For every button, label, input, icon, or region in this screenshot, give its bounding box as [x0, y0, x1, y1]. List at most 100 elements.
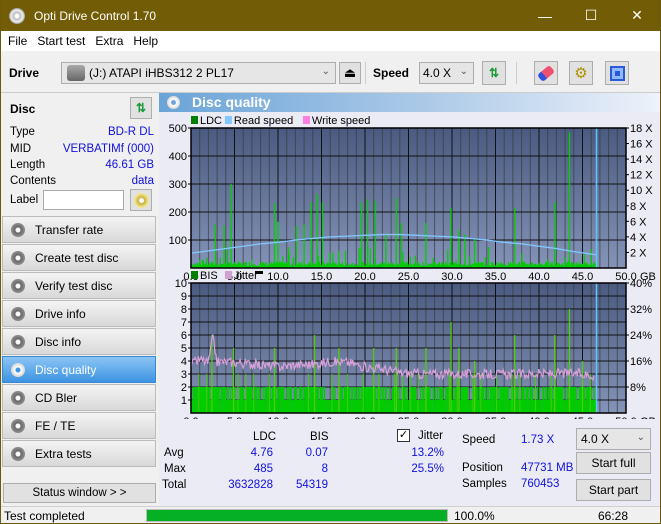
disc-refresh-button[interactable]: ⇅ — [130, 97, 152, 119]
disc-length-value: 46.61 GB — [105, 159, 154, 171]
minimize-button[interactable]: — — [522, 0, 568, 31]
y2-tick-label: 4 X — [630, 232, 647, 244]
y-tick-label: 500 — [169, 123, 187, 135]
legend-swatch — [191, 271, 198, 279]
x-tick-label: 40.0 — [528, 416, 549, 419]
row-max-label: Max — [164, 463, 186, 475]
erase-button[interactable] — [534, 61, 558, 85]
stats-table: LDC BIS Avg 4.76 0.07 Max 485 8 Total 36… — [159, 427, 459, 497]
disc-quality-icon — [167, 96, 180, 109]
nav-fe-te[interactable]: FE / TE — [2, 412, 156, 439]
test-speed-select[interactable]: 4.0 X ⌄ — [576, 428, 651, 450]
legend-swatch — [191, 116, 198, 124]
speed-value: 4.0 X — [423, 66, 452, 80]
disc-icon — [11, 222, 25, 237]
disc-mid-row: MID VERBATIMf (000) — [10, 143, 154, 155]
position-value: 47731 MB — [521, 462, 574, 474]
start-full-button[interactable]: Start full — [576, 452, 651, 474]
status-bar: Test completed 100.0% 66:28 — [1, 506, 660, 523]
drive-value: (J:) ATAPI iHBS312 2 PL17 — [89, 66, 234, 80]
eject-button[interactable]: ⏏ — [339, 62, 361, 84]
maximize-button[interactable]: ☐ — [568, 0, 614, 31]
y2-tick-label: 8 X — [630, 201, 647, 213]
y-tick-label: 9 — [181, 291, 187, 303]
app-window: Opti Drive Control 1.70 — ☐ ✕ File Start… — [1, 0, 660, 523]
row-avg-label: Avg — [164, 447, 184, 459]
bis-jitter-chart: BIS Jitter 0.0 5.0 10.0 15.0 20.0 25.0 30.0 35.0 4… — [175, 270, 656, 419]
samples-value: 760453 — [521, 478, 560, 490]
save-button[interactable] — [605, 61, 629, 85]
y2-tick-label: 10 X — [630, 185, 653, 197]
disc-panel: Disc ⇅ Type BD-R DL MID VERBATIMf (000) Le… — [3, 95, 156, 217]
drive-select[interactable]: (J:) ATAPI iHBS312 2 PL17 ⌄ — [61, 62, 336, 84]
disc-icon — [11, 418, 25, 433]
menu-help[interactable]: Help — [133, 34, 158, 48]
disc-icon — [11, 306, 25, 321]
x-tick-label: 20.0 — [354, 416, 375, 419]
nav-cd-bler[interactable]: CD Bler — [2, 384, 156, 411]
panel-header: Disc quality — [159, 93, 660, 112]
separator — [365, 62, 366, 84]
y-tick-label: 400 — [169, 151, 187, 163]
disc-icon — [11, 390, 25, 405]
legend-swatch — [302, 116, 310, 124]
y-tick-label: 5 — [181, 343, 187, 355]
elapsed-time: 66:28 — [597, 509, 628, 523]
row-total-label: Total — [162, 479, 187, 491]
max-bis: 8 — [321, 463, 328, 475]
menu-start-test[interactable]: Start test — [37, 34, 85, 48]
jitter-checkbox[interactable]: ✓ — [397, 429, 410, 442]
y-tick-label: 2 — [181, 382, 187, 394]
y-tick-label: 1 — [181, 395, 187, 407]
disc-length-row: Length 46.61 GB — [10, 159, 154, 171]
nav-verify-test-disc[interactable]: Verify test disc — [2, 272, 156, 299]
jitter-label: Jitter — [418, 430, 443, 442]
disc-icon — [11, 446, 25, 461]
disc-label-button[interactable] — [130, 189, 152, 211]
menu-bar: File Start test Extra Help — [1, 31, 660, 51]
menu-extra[interactable]: Extra — [95, 34, 123, 48]
disc-contents-value: data — [131, 175, 154, 187]
total-bis: 54319 — [296, 479, 328, 491]
separator — [516, 62, 517, 84]
nav-drive-info[interactable]: Drive info — [2, 300, 156, 327]
nav-extra-tests[interactable]: Extra tests — [2, 440, 156, 467]
x-tick-label: 25.0 — [398, 416, 419, 419]
total-ldc: 3632828 — [228, 479, 273, 491]
save-icon — [609, 65, 625, 81]
x-axis-label: GB — [640, 416, 656, 419]
y-tick-label: 6 — [181, 330, 187, 342]
progress-fill — [147, 510, 447, 521]
nav-disc-info[interactable]: Disc info — [2, 328, 156, 355]
avg-bis: 0.07 — [305, 447, 328, 459]
refresh-button[interactable]: ⇅ — [482, 61, 506, 85]
close-button[interactable]: ✕ — [614, 0, 660, 31]
x-tick-label: 0.0 — [183, 416, 198, 419]
legend-swatch — [224, 116, 232, 124]
speed-select[interactable]: 4.0 X ⌄ — [419, 62, 474, 84]
disc-label-input[interactable] — [43, 190, 124, 210]
disc-type-label: Type — [10, 126, 35, 138]
chevron-down-icon: ⌄ — [459, 66, 468, 77]
y2-tick-label: 16 X — [630, 139, 653, 151]
nav-create-test-disc[interactable]: Create test disc — [2, 244, 156, 271]
avg-ldc: 4.76 — [250, 447, 273, 459]
disc-type-row: Type BD-R DL — [10, 126, 154, 138]
y-tick-label: 100 — [169, 235, 187, 247]
nav-transfer-rate[interactable]: Transfer rate — [2, 216, 156, 243]
speed-label: Speed — [462, 434, 496, 446]
status-window-button[interactable]: Status window > > — [3, 483, 156, 503]
y2-tick-label: 6 X — [630, 216, 647, 228]
y-tick-label: 3 — [181, 369, 187, 381]
menu-file[interactable]: File — [8, 34, 27, 48]
title-bar: Opti Drive Control 1.70 — ☐ ✕ — [1, 0, 660, 31]
y-tick-label: 4 — [181, 356, 187, 368]
start-part-button[interactable]: Start part — [576, 479, 651, 501]
settings-button[interactable]: ⚙ — [569, 61, 593, 85]
nav-disc-quality[interactable]: Disc quality — [2, 356, 156, 383]
progress-text: 100.0% — [454, 509, 495, 523]
y2-tick-label: 18 X — [630, 123, 653, 135]
speed-value: 1.73 X — [521, 434, 555, 446]
x-tick-label: 50.0 — [615, 416, 636, 419]
disc-type-value: BD-R DL — [107, 126, 154, 138]
